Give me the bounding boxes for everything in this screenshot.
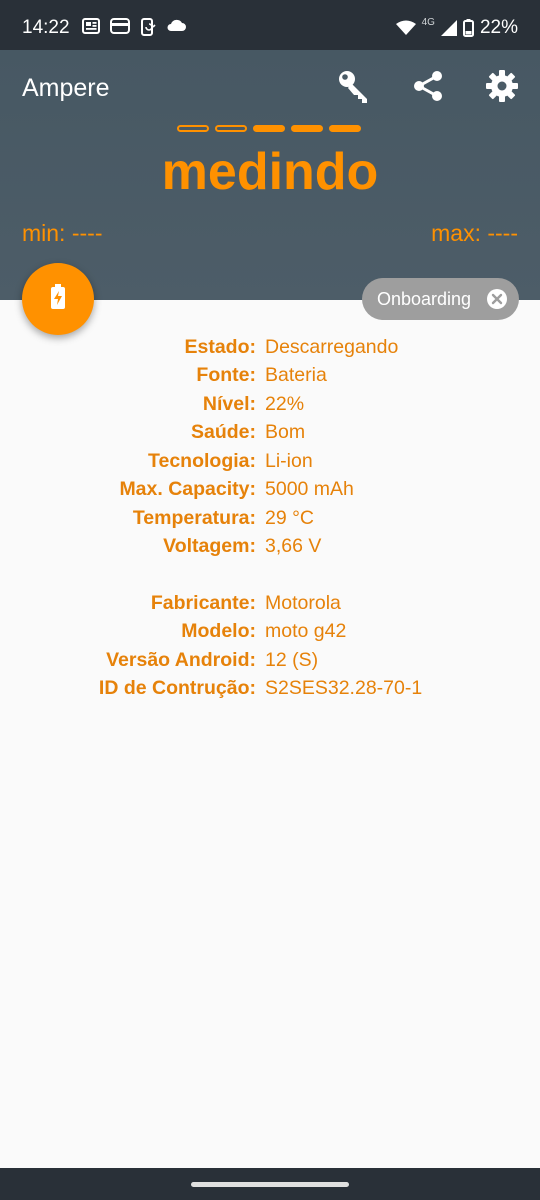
battery-fab-button[interactable] bbox=[22, 263, 94, 335]
status-bar: 14:22 4G 22% bbox=[0, 0, 540, 50]
info-label: Estado: bbox=[184, 335, 256, 358]
pro-key-button[interactable] bbox=[334, 68, 374, 108]
close-circle-icon[interactable] bbox=[486, 288, 508, 310]
info-row-fabricante: Fabricante: Motorola bbox=[0, 589, 540, 618]
progress-dot bbox=[177, 125, 209, 132]
app-header: Ampere medindo min: ---- max: ---- bbox=[0, 50, 540, 300]
battery-icon bbox=[462, 19, 474, 37]
chip-label: Onboarding bbox=[377, 288, 472, 309]
battery-charging-icon bbox=[50, 283, 66, 315]
progress-dot bbox=[329, 125, 361, 132]
info-row-nivel: Nível: 22% bbox=[0, 390, 540, 419]
battery-info-list: Estado: Descarregando Fonte: Bateria Nível… bbox=[0, 333, 540, 561]
battery-percent: 22% bbox=[479, 17, 518, 38]
info-label: Fabricante: bbox=[150, 591, 256, 614]
news-icon bbox=[82, 18, 100, 36]
cloud-icon bbox=[166, 18, 186, 36]
info-value: Bom bbox=[265, 421, 306, 444]
info-row-tecnologia: Tecnologia: Li-ion bbox=[0, 447, 540, 476]
gesture-handle[interactable] bbox=[191, 1182, 349, 1187]
info-row-fonte: Fonte: Bateria bbox=[0, 362, 540, 391]
info-label: ID de Contrução: bbox=[98, 677, 256, 700]
info-row-build-id: ID de Contrução: S2SES32.28-70-1 bbox=[0, 675, 540, 704]
info-row-saude: Saúde: Bom bbox=[0, 419, 540, 448]
info-value: S2SES32.28-70-1 bbox=[265, 677, 423, 700]
device-info-list: Fabricante: Motorola Modelo: moto g42 Vers… bbox=[0, 589, 540, 703]
info-label: Fonte: bbox=[196, 364, 256, 387]
info-value: Li-ion bbox=[265, 449, 313, 472]
info-label: Saúde: bbox=[190, 421, 256, 444]
info-label: Modelo: bbox=[181, 620, 256, 643]
navigation-bar bbox=[0, 1168, 540, 1200]
info-label: Tecnologia: bbox=[148, 449, 256, 472]
info-value: 22% bbox=[265, 392, 305, 415]
info-row-android: Versão Android: 12 (S) bbox=[0, 646, 540, 675]
network-type: 4G bbox=[421, 16, 435, 28]
signal-icon bbox=[440, 20, 457, 36]
info-value: Descarregando bbox=[265, 335, 399, 358]
wifi-icon bbox=[395, 20, 416, 36]
info-row-capacity: Max. Capacity: 5000 mAh bbox=[0, 476, 540, 505]
min-reading: min: ---- bbox=[22, 220, 103, 246]
info-value: 3,66 V bbox=[265, 535, 322, 558]
progress-dot bbox=[253, 125, 285, 132]
key-icon bbox=[336, 68, 372, 109]
phone-sync-icon bbox=[140, 18, 156, 36]
settings-button[interactable] bbox=[482, 68, 522, 108]
progress-dot bbox=[215, 125, 247, 132]
info-value: 5000 mAh bbox=[265, 478, 354, 501]
progress-dot bbox=[291, 125, 323, 132]
share-button[interactable] bbox=[408, 68, 448, 108]
card-icon bbox=[110, 18, 130, 36]
info-value: Bateria bbox=[265, 364, 327, 387]
info-value: Motorola bbox=[265, 591, 341, 614]
status-right: 4G 22% bbox=[395, 16, 518, 39]
info-label: Nível: bbox=[202, 392, 256, 415]
info-row-estado: Estado: Descarregando bbox=[0, 333, 540, 362]
share-icon bbox=[411, 69, 445, 108]
onboarding-chip[interactable]: Onboarding bbox=[362, 278, 519, 320]
app-title: Ampere bbox=[22, 74, 110, 102]
info-value: 29 °C bbox=[265, 506, 314, 529]
info-value: 12 (S) bbox=[265, 648, 319, 671]
info-label: Versão Android: bbox=[106, 648, 256, 671]
info-label: Temperatura: bbox=[132, 506, 256, 529]
status-time: 14:22 bbox=[22, 17, 70, 38]
settings-icon bbox=[485, 69, 519, 108]
max-reading: max: ---- bbox=[431, 220, 518, 246]
info-row-modelo: Modelo: moto g42 bbox=[0, 618, 540, 647]
info-row-temperatura: Temperatura: 29 °C bbox=[0, 504, 540, 533]
info-value: moto g42 bbox=[265, 620, 347, 643]
info-row-voltagem: Voltagem: 3,66 V bbox=[0, 533, 540, 562]
current-reading: medindo bbox=[161, 143, 379, 201]
progress-dots bbox=[177, 125, 361, 132]
info-label: Max. Capacity: bbox=[119, 478, 256, 501]
status-notification-icons bbox=[82, 18, 186, 36]
info-label: Voltagem: bbox=[163, 535, 256, 558]
